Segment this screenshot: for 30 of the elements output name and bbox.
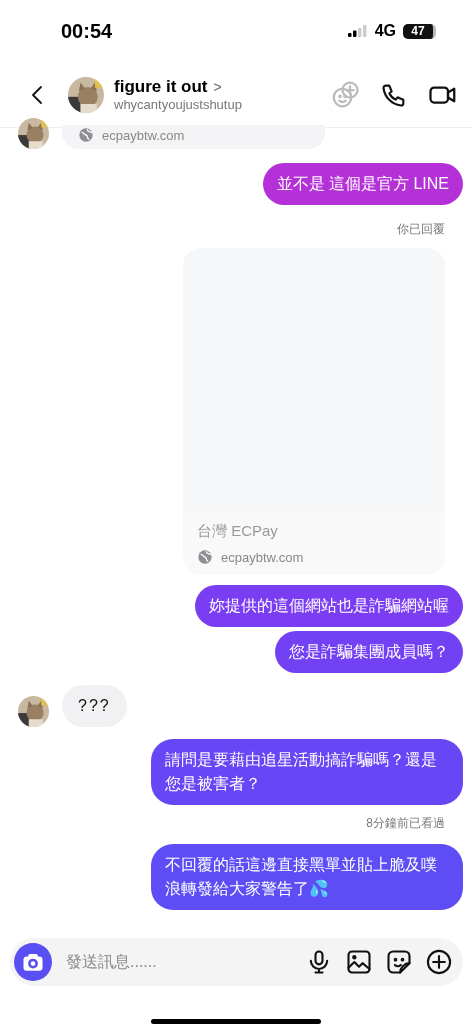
link-preview-card[interactable]: ecpaybtw.com	[62, 125, 325, 149]
status-time: 00:54	[61, 19, 113, 43]
link-url: ecpaybtw.com	[221, 549, 304, 565]
message-input[interactable]: 發送訊息......	[64, 952, 293, 972]
chevron-icon[interactable]: >	[213, 79, 222, 95]
message-bubble[interactable]: 請問是要藉由追星活動搞詐騙嗎？還是您是被害者？	[151, 739, 463, 805]
link-title: 台灣 ECPay	[196, 521, 279, 541]
globe-icon	[78, 127, 94, 143]
add-icon[interactable]	[425, 948, 453, 976]
message-bubble[interactable]: 您是詐騙集團成員嗎？	[275, 631, 463, 673]
contact-name[interactable]: figure it out	[114, 77, 208, 97]
link-url: ecpaybtw.com	[102, 127, 185, 143]
sticker-icon[interactable]	[385, 948, 413, 976]
avatar[interactable]	[18, 696, 49, 727]
message-status: 8分鐘前已看過	[366, 815, 445, 832]
message-bubble[interactable]: 妳提供的這個網站也是詐騙網站喔	[195, 585, 463, 627]
image-icon[interactable]	[345, 948, 373, 976]
avatar[interactable]	[68, 76, 104, 113]
message-bubble[interactable]: 並不是 這個是官方 LINE	[262, 163, 463, 205]
globe-icon	[197, 549, 213, 565]
signal-icon	[347, 25, 368, 37]
link-preview-card[interactable]: 台灣 ECPay ecpaybtw.com	[183, 248, 445, 575]
message-status: 你已回覆	[397, 221, 445, 238]
camera-icon[interactable]	[14, 943, 52, 981]
network-label: 4G	[374, 22, 396, 40]
contact-username: whycantyoujustshutup	[114, 97, 243, 112]
message-bubble[interactable]: 不回覆的話這邊直接黑單並貼上脆及噗浪轉發給大家警告了💦	[151, 844, 463, 910]
message-bubble[interactable]: ???	[62, 685, 127, 727]
avatar[interactable]	[18, 118, 49, 149]
battery-icon: 47	[403, 23, 436, 39]
